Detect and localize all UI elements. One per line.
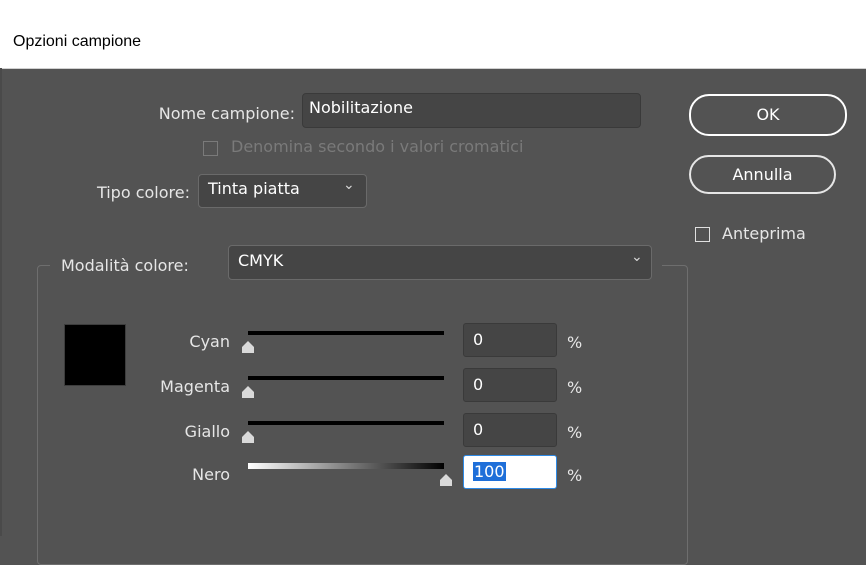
black-slider-thumb-icon[interactable] xyxy=(439,473,453,487)
yellow-value: 0 xyxy=(473,420,484,439)
cyan-slider-thumb-icon[interactable] xyxy=(241,340,255,354)
magenta-label: Magenta xyxy=(160,377,230,396)
magenta-slider-track[interactable] xyxy=(248,376,444,380)
yellow-input[interactable]: 0 xyxy=(463,413,557,447)
black-slider-track[interactable] xyxy=(248,463,444,469)
yellow-unit: % xyxy=(567,423,583,442)
window-left-edge xyxy=(0,68,2,536)
cancel-button[interactable]: Annulla xyxy=(689,155,836,194)
color-mode-group xyxy=(37,265,688,565)
color-type-value: Tinta piatta xyxy=(208,179,300,198)
ok-button-label: OK xyxy=(756,105,780,124)
cancel-button-label: Annulla xyxy=(732,165,793,184)
cyan-value: 0 xyxy=(473,330,484,349)
chevron-down-icon: ⌄ xyxy=(631,249,643,265)
chevron-down-icon: ⌄ xyxy=(343,177,355,193)
black-label: Nero xyxy=(192,465,230,484)
yellow-slider-track[interactable] xyxy=(248,421,444,425)
color-type-label: Tipo colore: xyxy=(96,183,190,202)
black-unit: % xyxy=(567,466,583,485)
color-mode-value: CMYK xyxy=(238,251,284,270)
magenta-input[interactable]: 0 xyxy=(463,368,557,402)
ok-button[interactable]: OK xyxy=(689,94,847,136)
black-value: 100 xyxy=(473,462,506,481)
cyan-unit: % xyxy=(567,333,583,352)
window-title: Opzioni campione xyxy=(13,33,142,50)
color-type-dropdown[interactable]: Tinta piatta ⌄ xyxy=(198,174,367,208)
swatch-name-label: Nome campione: xyxy=(158,104,295,123)
name-by-color-checkbox[interactable] xyxy=(203,141,218,156)
preview-label: Anteprima xyxy=(722,224,806,243)
black-input[interactable]: 100 xyxy=(463,455,557,489)
swatch-name-input[interactable]: Nobilitazione xyxy=(302,93,641,128)
color-mode-dropdown[interactable]: CMYK ⌄ xyxy=(228,245,652,280)
preview-checkbox[interactable] xyxy=(695,227,710,242)
name-by-color-label: Denomina secondo i valori cromatici xyxy=(231,137,524,156)
magenta-slider-thumb-icon[interactable] xyxy=(241,385,255,399)
cyan-label: Cyan xyxy=(189,332,230,351)
yellow-label: Giallo xyxy=(184,422,230,441)
cyan-input[interactable]: 0 xyxy=(463,323,557,357)
swatch-preview xyxy=(64,324,126,386)
yellow-slider-thumb-icon[interactable] xyxy=(241,430,255,444)
cyan-slider-track[interactable] xyxy=(248,331,444,335)
title-bar: Opzioni campione xyxy=(0,0,866,69)
color-mode-label: Modalità colore: xyxy=(61,256,189,275)
magenta-unit: % xyxy=(567,378,583,397)
magenta-value: 0 xyxy=(473,375,484,394)
swatch-name-value: Nobilitazione xyxy=(309,98,413,117)
